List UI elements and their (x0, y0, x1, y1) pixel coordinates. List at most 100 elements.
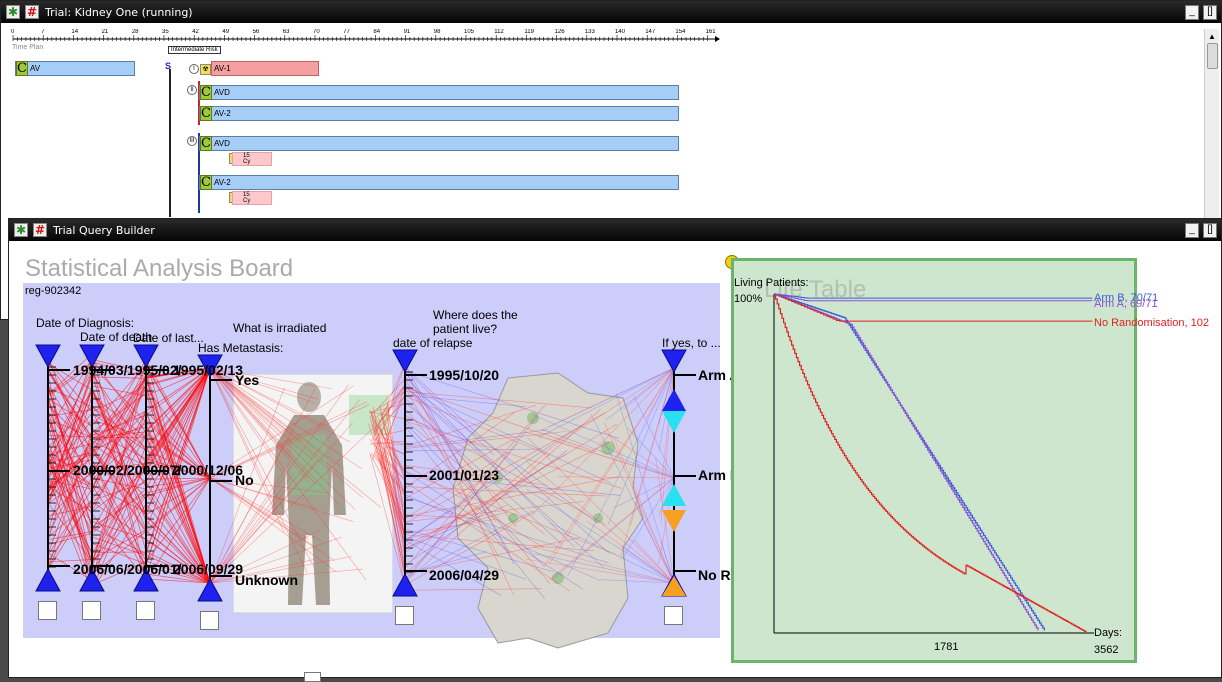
km-legend-no-rand: No Randomisation, 102 (1094, 317, 1209, 329)
metastasis-unknown: Unknown (235, 572, 298, 588)
hash-icon[interactable]: # (25, 5, 39, 19)
branch-line (169, 69, 171, 217)
minimize-button[interactable]: _ (1185, 223, 1199, 238)
ruler-tick-label: 105 (464, 29, 475, 35)
data-link (404, 534, 595, 552)
km-curve-no-rand (774, 293, 1087, 633)
km-curve-arm-a (774, 293, 1039, 631)
bar-label: AV-1 (214, 64, 231, 73)
arm-marker-i: I (189, 64, 199, 74)
extra-checkbox[interactable] (304, 672, 321, 682)
cycle-box[interactable]: 15 Cy (232, 152, 272, 166)
relapse-mid: 2001/01/23 (429, 467, 500, 483)
data-link (209, 477, 336, 572)
scroll-up-arrow-icon[interactable]: ▲ (1208, 32, 1216, 41)
axis-label-irradiated: What is irradiated (233, 321, 327, 335)
bar-label: AV-2 (214, 178, 231, 187)
maximize-button[interactable]: [] (1203, 223, 1217, 238)
no-rand-top-handle-icon (662, 510, 686, 532)
maximize-button[interactable]: [] (1203, 5, 1217, 20)
filter-checkbox-death[interactable] (82, 601, 101, 620)
filter-checkbox-last[interactable] (136, 601, 155, 620)
km-curve-blue-upper (774, 293, 1093, 299)
km-x-mid: 1781 (934, 641, 959, 653)
axis-label-metastasis: Has Metastasis: (198, 341, 284, 355)
data-link (404, 588, 542, 591)
ruler-tick-label: 98 (433, 29, 441, 35)
data-link (404, 405, 536, 448)
diagnosis-top: 1994/03/ (73, 362, 128, 378)
bar-av[interactable]: C AV (15, 61, 135, 76)
ruler-tick-label: 119 (524, 29, 534, 35)
chemo-icon: C (200, 175, 212, 190)
chemo-icon: C (200, 85, 212, 100)
filter-handle-top-icon (392, 349, 418, 374)
bar-av2-2[interactable]: C AV-2 (199, 175, 679, 190)
chemo-icon: C (16, 61, 28, 76)
data-link (525, 460, 675, 584)
scroll-thumb[interactable] (1207, 43, 1218, 69)
bar-avd-1[interactable]: C AVD (199, 85, 679, 100)
query-content: Statistical Analysis Board reg-902342 Da… (11, 245, 1219, 682)
time-plan-label: Time Plan (12, 44, 44, 51)
analysis-board[interactable]: reg-902342 Date of Diagnosis: Date of de… (23, 283, 822, 649)
ruler-tick-label: 77 (343, 29, 350, 35)
filter-checkbox-diagnosis[interactable] (38, 601, 57, 620)
data-link (538, 367, 675, 438)
axis-label-diagnosis: Date of Diagnosis: (36, 316, 135, 330)
data-link (526, 489, 675, 584)
bar-label: AV (30, 64, 41, 73)
trial-scrollbar[interactable]: ▲ (1204, 29, 1219, 219)
ruler-tick-label: 154 (675, 29, 686, 35)
ruler-tick-label: 63 (282, 29, 290, 35)
chemo-icon: C (200, 106, 212, 121)
hash-icon[interactable]: # (33, 223, 47, 237)
ruler-tick-label: 147 (645, 29, 656, 35)
bar-label: AV-2 (214, 109, 231, 118)
data-link (404, 448, 542, 452)
bar-av1[interactable]: AV-1 (211, 61, 319, 76)
ruler-tick-label: 42 (192, 29, 199, 35)
arm-b-bottom-handle-icon (662, 484, 686, 506)
asterisk-icon[interactable]: ✱ (6, 5, 20, 19)
axis-label-live-2: patient live? (433, 322, 498, 336)
ruler-tick-label: 56 (252, 29, 260, 35)
data-link (621, 477, 675, 560)
arm-b-top-handle-icon (662, 411, 686, 433)
asterisk-icon[interactable]: ✱ (14, 223, 28, 237)
minimize-button[interactable]: _ (1185, 5, 1199, 20)
km-x-max: 3562 (1094, 644, 1119, 656)
bar-av2-1[interactable]: C AV-2 (199, 106, 679, 121)
metastasis-yes: Yes (235, 372, 260, 388)
bar-avd-2[interactable]: C AVD (199, 136, 679, 151)
data-link (557, 476, 675, 479)
ruler-tick-label: 7 (41, 29, 45, 35)
ruler-tick-label: 28 (131, 29, 139, 35)
data-link (404, 386, 597, 452)
filter-checkbox-randomised[interactable] (664, 606, 683, 625)
metastasis-no: No (235, 472, 254, 488)
diagnosis-mid: 2000/02/ (73, 462, 128, 478)
radiation-icon: ☢ (200, 64, 211, 75)
axis-label-relapse: date of relapse (393, 336, 473, 350)
relapse-top: 1995/10/20 (429, 367, 500, 383)
filter-checkbox-relapse[interactable] (395, 606, 414, 625)
trial-window-title: Trial: Kidney One (running) (45, 5, 193, 19)
filter-handle-bottom-icon (35, 567, 61, 592)
trial-titlebar[interactable]: ✱ # Trial: Kidney One (running) _ [] (1, 1, 1221, 23)
cycle-unit: Cy (243, 198, 251, 204)
axis-label-live-1: Where does the (433, 308, 518, 322)
ruler-tick-label: 70 (313, 29, 320, 35)
ruler-tick-label: 161 (705, 29, 716, 35)
survival-panel[interactable]: Life Table Living Patients: 100% Arm B, … (731, 258, 1209, 663)
query-titlebar[interactable]: ✱ # Trial Query Builder _ [] (9, 219, 1221, 241)
bar-label: AVD (214, 139, 230, 148)
cycle-box[interactable]: 15 Cy (232, 191, 272, 205)
ruler-tick-label: 126 (554, 29, 565, 35)
filter-checkbox-metastasis[interactable] (200, 611, 219, 630)
query-window-title: Trial Query Builder (53, 223, 155, 237)
km-legend-arm-a: Arm A, 69/71 (1094, 298, 1158, 310)
survival-curves[interactable] (734, 261, 1134, 661)
ruler-tick-label: 84 (373, 29, 381, 35)
intermediate-risk-label[interactable]: Intermediate Risk (168, 46, 221, 54)
